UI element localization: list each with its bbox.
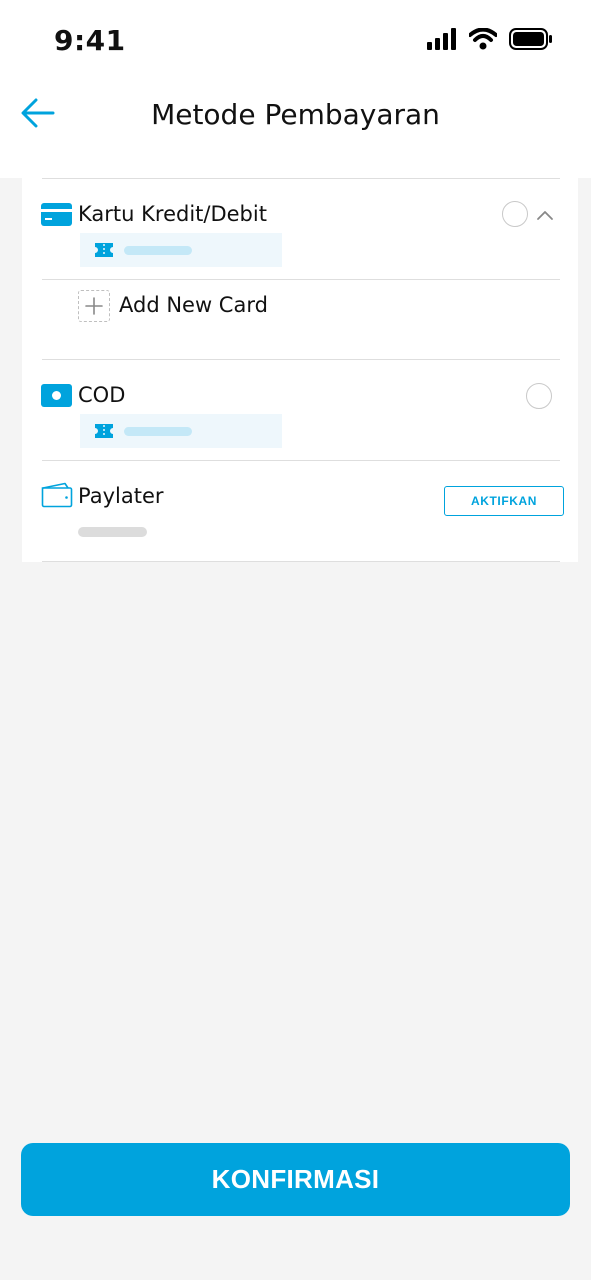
add-new-card-label: Add New Card bbox=[119, 293, 268, 317]
confirm-button[interactable]: KONFIRMASI bbox=[21, 1143, 570, 1216]
voucher-icon bbox=[95, 424, 113, 438]
status-icons bbox=[427, 28, 553, 50]
status-time: 9:41 bbox=[54, 24, 126, 57]
status-bar: 9:41 bbox=[0, 0, 591, 80]
radio-cod[interactable] bbox=[526, 383, 552, 409]
divider bbox=[42, 359, 560, 360]
payment-method-label: Kartu Kredit/Debit bbox=[78, 202, 267, 226]
payment-methods-list: Kartu Kredit/Debit Add New Card COD Payl… bbox=[22, 178, 578, 562]
placeholder-bar bbox=[78, 527, 147, 537]
placeholder-bar bbox=[124, 427, 192, 436]
chevron-up-icon[interactable] bbox=[535, 209, 555, 221]
activate-paylater-button[interactable]: AKTIFKAN bbox=[444, 486, 564, 516]
radio-credit-card[interactable] bbox=[502, 201, 528, 227]
wallet-icon bbox=[41, 482, 73, 508]
add-card-box bbox=[78, 290, 110, 322]
divider bbox=[42, 460, 560, 461]
cod-info-placeholder bbox=[80, 414, 282, 448]
divider bbox=[42, 279, 560, 280]
cash-icon bbox=[41, 384, 72, 407]
divider bbox=[42, 178, 560, 179]
divider bbox=[42, 561, 560, 562]
credit-card-icon bbox=[41, 203, 72, 226]
battery-icon bbox=[509, 28, 552, 50]
signal-icon bbox=[427, 28, 456, 50]
placeholder-bar bbox=[124, 246, 192, 255]
payment-method-label: COD bbox=[78, 383, 126, 407]
header: Metode Pembayaran bbox=[0, 80, 591, 178]
voucher-icon bbox=[95, 243, 113, 257]
card-info-placeholder bbox=[80, 233, 282, 267]
payment-method-label: Paylater bbox=[78, 484, 164, 508]
wifi-icon bbox=[469, 28, 497, 50]
plus-icon bbox=[85, 297, 103, 315]
page-title: Metode Pembayaran bbox=[151, 98, 440, 131]
